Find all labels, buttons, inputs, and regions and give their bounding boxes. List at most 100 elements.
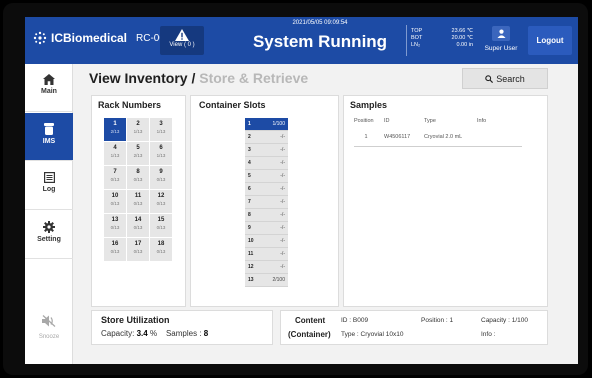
slot-value: -/- — [280, 238, 285, 244]
container-capacity: Capacity : 1/100 — [481, 317, 528, 324]
slot-row[interactable]: 4 -/- — [245, 157, 288, 170]
rack-cell[interactable]: 4 1/13 — [104, 142, 126, 165]
sidebar-item-main[interactable]: Main — [25, 64, 73, 112]
temp-unit: ℃ — [466, 35, 473, 41]
sidebar-item-setting[interactable]: Setting — [25, 211, 73, 259]
rack-cell[interactable]: 2 1/13 — [127, 118, 149, 141]
rack-cell[interactable]: 18 0/13 — [150, 238, 172, 261]
rack-number: 18 — [157, 241, 165, 247]
rack-count: 0/13 — [156, 201, 166, 206]
rack-cell[interactable]: 14 0/13 — [127, 214, 149, 237]
slot-value: -/- — [280, 160, 285, 166]
slot-row[interactable]: 6 -/- — [245, 183, 288, 196]
rack-cell[interactable]: 5 2/13 — [127, 142, 149, 165]
warning-icon — [175, 29, 189, 41]
slot-number: 12 — [248, 264, 254, 270]
slot-value: -/- — [280, 212, 285, 218]
container-label: (Container) — [288, 330, 331, 339]
store-utilization-title: Store Utilization — [101, 315, 170, 325]
rack-cell[interactable]: 15 0/13 — [150, 214, 172, 237]
temperature-readout: TOP 23.66 ℃ BOT 20.00 ℃ LN₂ 0.00 in — [406, 25, 473, 56]
view-alerts-button[interactable]: View ( 0 ) — [160, 26, 204, 55]
slot-row[interactable]: 3 -/- — [245, 144, 288, 157]
rack-count: 2/13 — [133, 153, 143, 158]
slot-row[interactable]: 12 -/- — [245, 261, 288, 274]
slot-number: 10 — [248, 238, 254, 244]
rack-number: 10 — [111, 193, 119, 199]
table-row[interactable]: 1 W4506117 Cryovial 2.0 mL — [354, 134, 522, 147]
temp-unit: ℃ — [466, 28, 473, 34]
slot-value: -/- — [280, 225, 285, 231]
rack-cell[interactable]: 13 0/13 — [104, 214, 126, 237]
slot-row[interactable]: 10 -/- — [245, 235, 288, 248]
search-button[interactable]: Search — [462, 68, 548, 89]
rack-number: 11 — [134, 193, 142, 199]
slot-value: -/- — [280, 186, 285, 192]
slot-number: 7 — [248, 199, 251, 205]
rack-number: 9 — [159, 169, 163, 175]
rack-numbers-title: Rack Numbers — [98, 100, 162, 110]
device-frame: ICBiomedical RC-001 View ( 0 ) 2021/05/0… — [3, 3, 588, 375]
store-utilization-panel: Store Utilization Capacity: 3.4 % Sample… — [91, 310, 273, 345]
tube-icon — [44, 123, 54, 135]
rack-number: 12 — [157, 193, 165, 199]
rack-number: 15 — [157, 217, 165, 223]
snooze-button[interactable]: Snooze — [25, 314, 73, 340]
system-status: System Running — [252, 32, 388, 51]
sample-id: W4506117 — [384, 134, 411, 140]
sidebar-item-label: Log — [42, 186, 56, 193]
datetime: 2021/05/05 09:09:54 — [292, 20, 348, 26]
slot-list: 1 1/100 2 -/- 3 -/- 4 -/- 5 -/- 6 -/- 7 -/- 8 -/- 9 -/- 10… — [245, 118, 288, 287]
user-button[interactable]: Super User — [477, 24, 525, 57]
container-slots-panel: Container Slots 1 1/100 2 -/- 3 -/- 4 -/- 5 -/- 6 -… — [190, 95, 339, 307]
rack-cell[interactable]: 3 1/13 — [150, 118, 172, 141]
rack-number: 2 — [136, 121, 140, 127]
rack-count: 0/13 — [110, 177, 120, 182]
rack-cell[interactable]: 7 0/13 — [104, 166, 126, 189]
view-alerts-label: View ( 0 ) — [169, 42, 195, 48]
slot-value: -/- — [280, 147, 285, 153]
sidebar-item-ims[interactable]: IMS — [25, 113, 73, 161]
rack-cell[interactable]: 16 0/13 — [104, 238, 126, 261]
temp-row-top: TOP 23.66 ℃ — [411, 28, 473, 35]
samples-count: 8 — [203, 329, 209, 338]
slot-value: -/- — [280, 199, 285, 205]
container-type: Type : Cryovial 10x10 — [341, 331, 404, 338]
rack-count: 0/13 — [110, 249, 120, 254]
rack-count: 0/13 — [110, 201, 120, 206]
store-retrieve-link[interactable]: Store & Retrieve — [199, 70, 308, 86]
slot-value: -/- — [280, 173, 285, 179]
rack-cell[interactable]: 11 0/13 — [127, 190, 149, 213]
temp-row-bot: BOT 20.00 ℃ — [411, 35, 473, 42]
rack-count: 0/13 — [133, 225, 143, 230]
rack-cell[interactable]: 17 0/13 — [127, 238, 149, 261]
rack-cell[interactable]: 6 1/13 — [150, 142, 172, 165]
slot-row[interactable]: 2 -/- — [245, 131, 288, 144]
slot-number: 3 — [248, 147, 251, 153]
column-header: ID — [384, 118, 390, 124]
rack-cell[interactable]: 12 0/13 — [150, 190, 172, 213]
logo: ICBiomedical RC-001 — [33, 31, 171, 45]
samples-panel: Samples Position ID Type Info 1 W4506117… — [343, 95, 548, 307]
rack-number: 5 — [136, 145, 140, 151]
slot-row[interactable]: 7 -/- — [245, 196, 288, 209]
logout-button[interactable]: Logout — [528, 26, 572, 55]
slot-row[interactable]: 1 1/100 — [245, 118, 288, 131]
sidebar-item-log[interactable]: Log — [25, 162, 73, 210]
rack-cell[interactable]: 8 0/13 — [127, 166, 149, 189]
slot-row[interactable]: 11 -/- — [245, 248, 288, 261]
slot-row[interactable]: 5 -/- — [245, 170, 288, 183]
user-name: Super User — [484, 45, 518, 52]
rack-cell[interactable]: 9 0/13 — [150, 166, 172, 189]
logo-mark-icon — [33, 31, 47, 45]
rack-cell[interactable]: 1 2/13 — [104, 118, 126, 141]
rack-count: 0/13 — [133, 249, 143, 254]
slot-number: 13 — [248, 277, 254, 283]
temp-row-ln2: LN₂ 0.00 in — [411, 42, 473, 49]
slot-row[interactable]: 8 -/- — [245, 209, 288, 222]
slot-row[interactable]: 9 -/- — [245, 222, 288, 235]
content-label: Content — [295, 316, 326, 325]
slot-row[interactable]: 13 2/100 — [245, 274, 288, 287]
rack-cell[interactable]: 10 0/13 — [104, 190, 126, 213]
rack-number: 4 — [113, 145, 117, 151]
